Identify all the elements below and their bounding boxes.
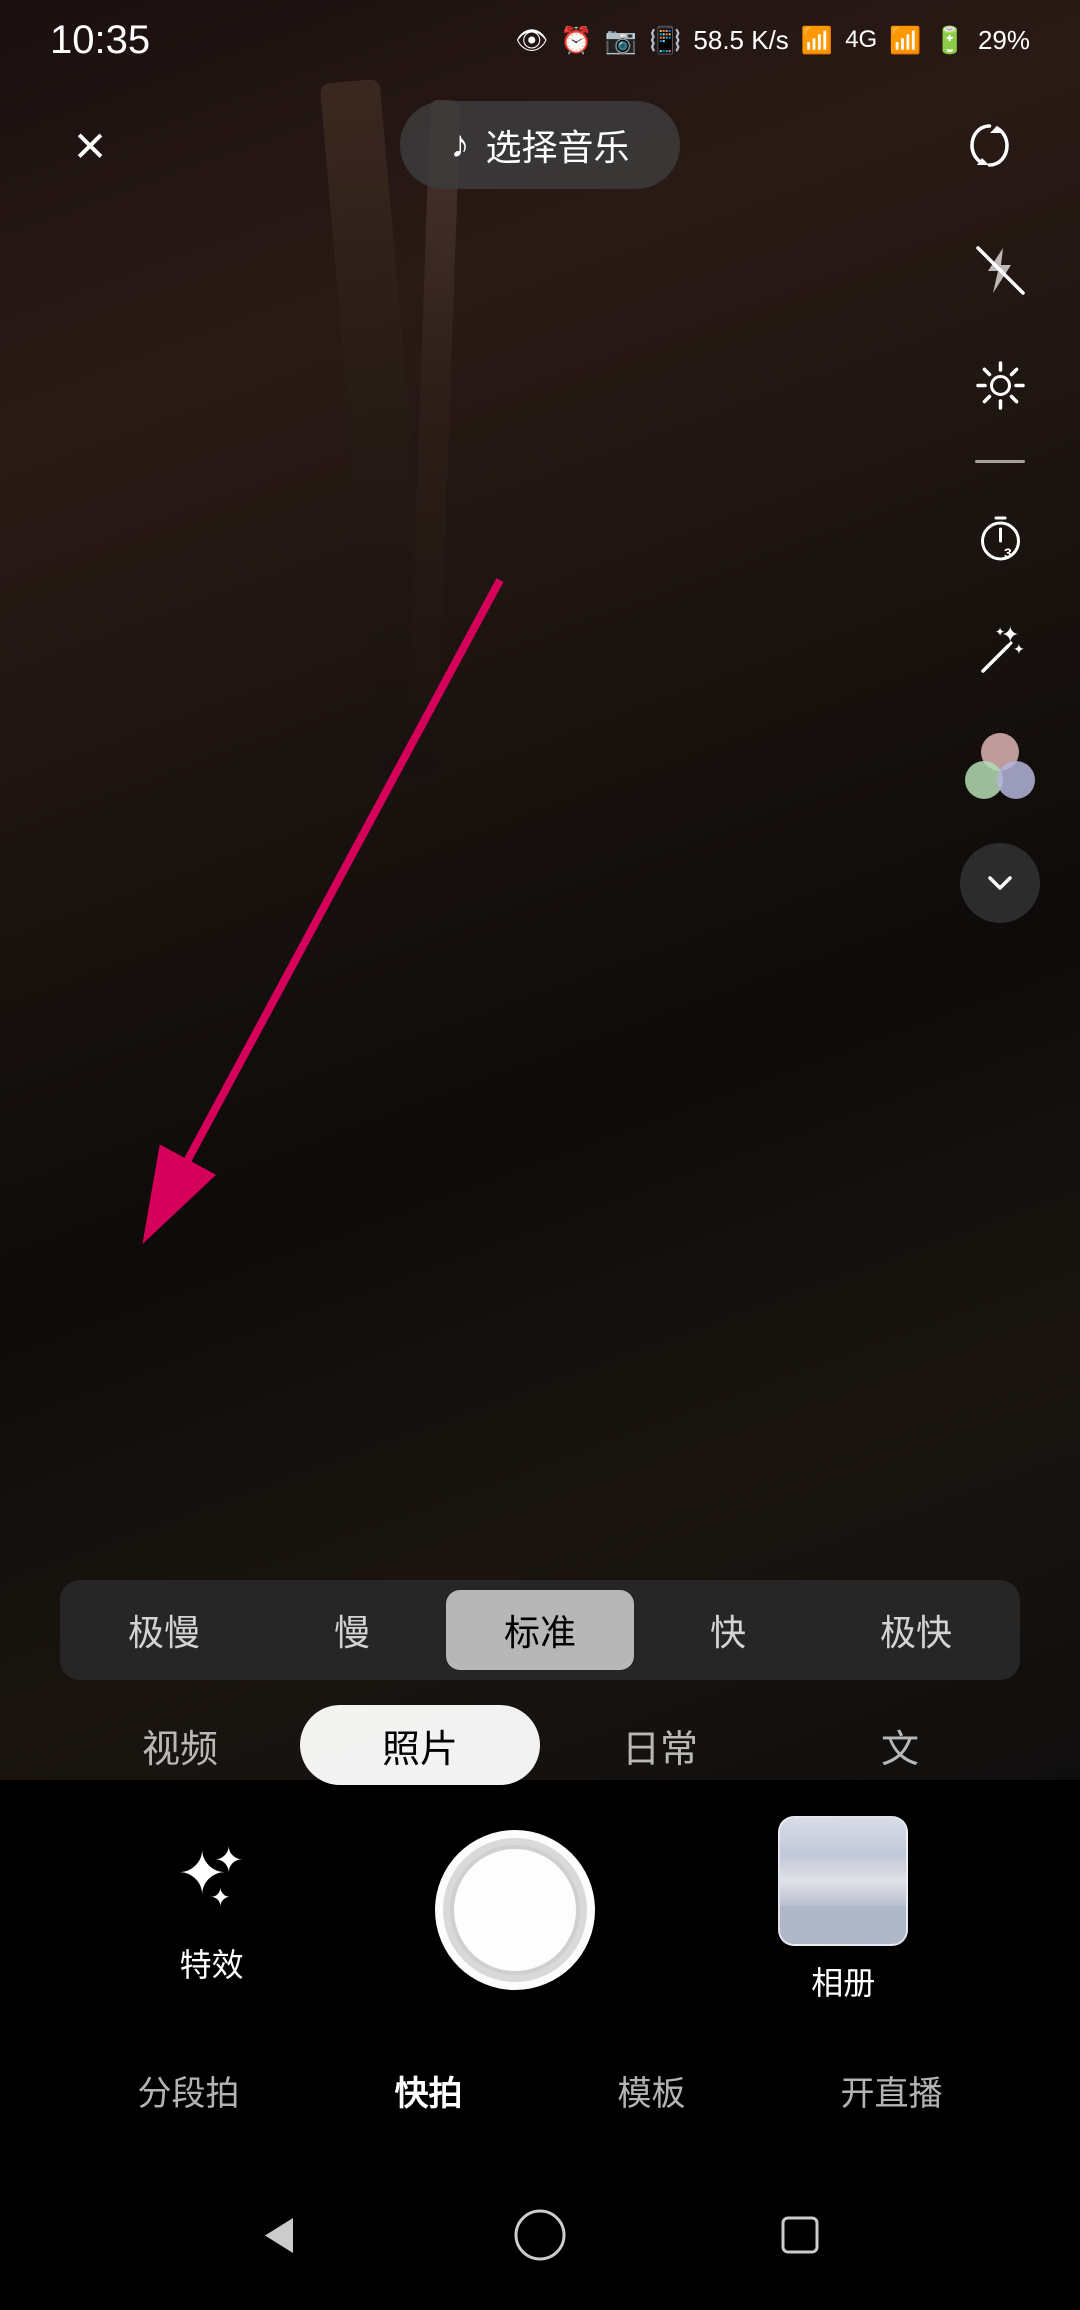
speed-very-fast[interactable]: 极快 bbox=[822, 1590, 1010, 1670]
album-label: 相册 bbox=[811, 1958, 875, 2004]
svg-text:✦: ✦ bbox=[1013, 641, 1025, 657]
tab-video[interactable]: 视频 bbox=[60, 1705, 300, 1785]
network-icon: 4G bbox=[845, 26, 877, 54]
magic-button[interactable]: ✦ ✦ ✦ bbox=[960, 613, 1040, 693]
camera-icon: 📷 bbox=[605, 25, 637, 56]
battery-percent: 29% bbox=[978, 25, 1030, 56]
speed-bar: 极慢 慢 标准 快 极快 bbox=[60, 1580, 1020, 1680]
album-thumbnail bbox=[778, 1816, 908, 1946]
mode-tabs: 视频 照片 日常 文 bbox=[0, 1695, 1080, 1795]
color-filter-button[interactable] bbox=[960, 728, 1040, 808]
close-button[interactable]: × bbox=[50, 105, 130, 185]
sparkles-icon: ✦ ✦ ✦ bbox=[172, 1834, 252, 1928]
battery-icon: 🔋 bbox=[934, 25, 966, 56]
music-label: 选择音乐 bbox=[485, 119, 629, 171]
gear-icon bbox=[973, 358, 1028, 413]
speed-normal[interactable]: 标准 bbox=[446, 1590, 634, 1670]
home-icon bbox=[510, 2205, 570, 2265]
album-button[interactable]: 相册 bbox=[778, 1816, 908, 2004]
effects-label: 特效 bbox=[180, 1940, 244, 1986]
signal-icon: 📶 bbox=[889, 25, 921, 56]
svg-text:3: 3 bbox=[1004, 545, 1012, 561]
speed-text: 58.5 K/s bbox=[693, 25, 788, 56]
back-icon bbox=[253, 2208, 308, 2263]
recents-button[interactable] bbox=[765, 2200, 835, 2270]
music-select-button[interactable]: ♪ 选择音乐 bbox=[400, 101, 679, 189]
speed-slow[interactable]: 慢 bbox=[258, 1590, 446, 1670]
home-button[interactable] bbox=[505, 2200, 575, 2270]
more-options-button[interactable] bbox=[960, 843, 1040, 923]
speed-fast[interactable]: 快 bbox=[634, 1590, 822, 1670]
back-button[interactable] bbox=[245, 2200, 315, 2270]
tab-daily[interactable]: 日常 bbox=[540, 1705, 780, 1785]
color-circles-icon bbox=[965, 733, 1035, 803]
top-controls: × ♪ 选择音乐 bbox=[0, 80, 1080, 210]
speed-very-slow[interactable]: 极慢 bbox=[70, 1590, 258, 1670]
system-nav bbox=[0, 2160, 1080, 2310]
status-time: 10:35 bbox=[50, 18, 150, 63]
eye-icon: 👁 bbox=[515, 25, 548, 56]
effects-button[interactable]: ✦ ✦ ✦ 特效 bbox=[172, 1834, 252, 1986]
camera-viewfinder bbox=[0, 0, 1080, 1780]
nav-segmented[interactable]: 分段拍 bbox=[138, 2066, 240, 2115]
tab-text[interactable]: 文 bbox=[780, 1705, 1020, 1785]
svg-text:✦: ✦ bbox=[995, 626, 1005, 639]
alarm-icon: ⏰ bbox=[560, 25, 592, 56]
vibrate-icon: 📳 bbox=[649, 25, 681, 56]
shutter-button[interactable] bbox=[435, 1830, 595, 1990]
flash-off-icon bbox=[973, 243, 1028, 298]
chevron-down-icon bbox=[980, 863, 1020, 903]
timer-icon: 3 bbox=[973, 511, 1028, 566]
shutter-inner bbox=[450, 1845, 580, 1975]
nav-live[interactable]: 开直播 bbox=[841, 2066, 943, 2115]
flash-button[interactable] bbox=[960, 230, 1040, 310]
refresh-icon bbox=[962, 118, 1017, 173]
status-icons: 👁 ⏰ 📷 📳 58.5 K/s 📶 4G 📶 🔋 29% bbox=[515, 25, 1030, 56]
status-bar: 10:35 👁 ⏰ 📷 📳 58.5 K/s 📶 4G 📶 🔋 29% bbox=[0, 0, 1080, 80]
nav-template[interactable]: 模板 bbox=[618, 2066, 686, 2115]
right-controls: 3 ✦ ✦ ✦ bbox=[960, 230, 1040, 923]
divider bbox=[975, 460, 1025, 463]
wifi-icon: 📶 bbox=[801, 25, 833, 56]
album-preview bbox=[780, 1818, 906, 1944]
music-icon: ♪ bbox=[450, 124, 469, 167]
tab-photo[interactable]: 照片 bbox=[300, 1705, 540, 1785]
flip-camera-button[interactable] bbox=[950, 105, 1030, 185]
magic-wand-icon: ✦ ✦ ✦ bbox=[973, 626, 1028, 681]
album-decoration bbox=[903, 1818, 908, 1937]
nav-quick-shot[interactable]: 快拍 bbox=[395, 2066, 463, 2115]
settings-button[interactable] bbox=[960, 345, 1040, 425]
recents-icon bbox=[775, 2210, 825, 2260]
svg-text:✦: ✦ bbox=[210, 1884, 231, 1912]
bottom-nav: 分段拍 快拍 模板 开直播 bbox=[0, 2030, 1080, 2150]
svg-text:✦: ✦ bbox=[214, 1841, 243, 1880]
camera-controls: ✦ ✦ ✦ 特效 相册 bbox=[0, 1810, 1080, 2010]
timer-button[interactable]: 3 bbox=[960, 498, 1040, 578]
